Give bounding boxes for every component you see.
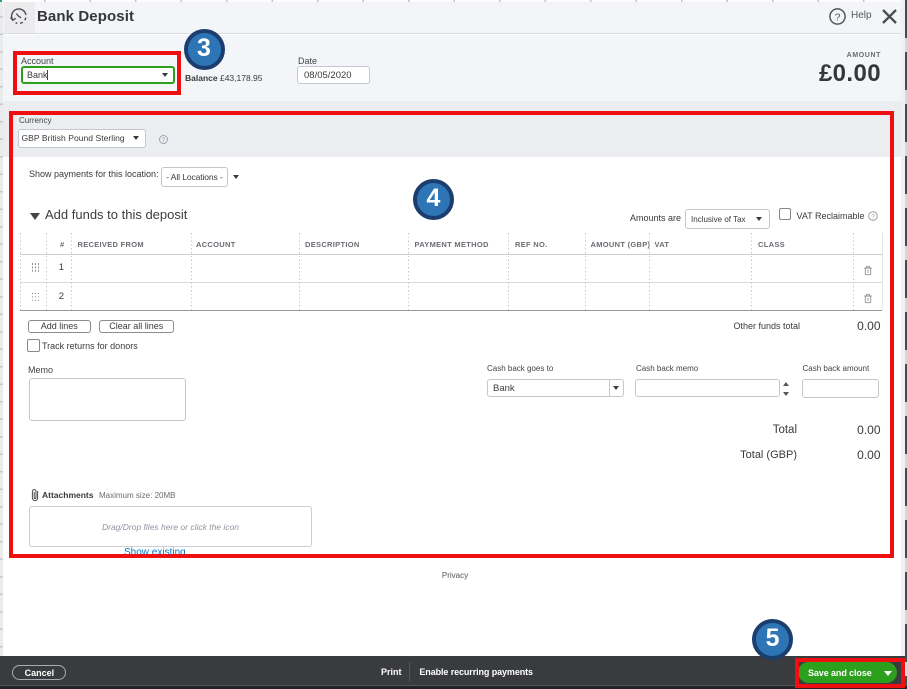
svg-text:?: ? bbox=[835, 11, 841, 23]
